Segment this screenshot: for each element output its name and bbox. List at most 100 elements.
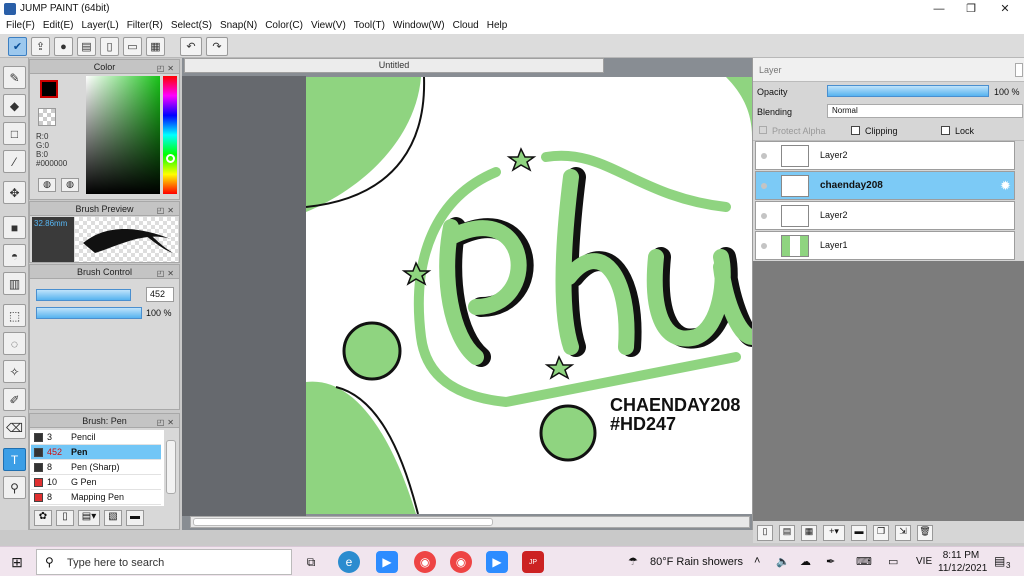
keyboard-icon[interactable]: ⌨ [856, 555, 872, 568]
palette-icon[interactable]: ◍ [38, 178, 56, 192]
menu-tool[interactable]: Tool(T) [354, 20, 385, 31]
new-layer-icon[interactable]: ▯ [757, 525, 773, 541]
panel-controls-icon[interactable]: ◰✕ [157, 416, 177, 430]
taskbar-search-box[interactable]: ⚲ Type here to search [36, 549, 292, 575]
brush-list-scrollbar[interactable] [166, 440, 176, 494]
brush-size-slider[interactable] [36, 289, 131, 301]
menu-snap[interactable]: Snap(N) [220, 20, 257, 31]
grid-settings-icon[interactable]: ▦ [146, 37, 165, 56]
new-raster-layer-icon[interactable]: ▤ [779, 525, 795, 541]
cloud-icon[interactable]: ☁ [800, 555, 811, 568]
menu-window[interactable]: Window(W) [393, 20, 445, 31]
rect-select-tool-icon[interactable]: ⬚ [3, 304, 26, 327]
hue-slider[interactable] [163, 76, 177, 194]
comment-icon[interactable]: ● [54, 37, 73, 56]
horizontal-scroll-thumb[interactable] [193, 518, 493, 526]
layer-row[interactable]: Layer2 [755, 201, 1015, 230]
drawing-canvas[interactable]: CHAENDAY208 #HD247 [306, 77, 752, 514]
menu-file[interactable]: File(F) [6, 20, 35, 31]
lasso-tool-icon[interactable]: ◌ [3, 332, 26, 355]
layer-row[interactable]: chaenday208 ✹ [755, 171, 1015, 200]
brush-opacity-slider[interactable] [36, 307, 142, 319]
panel-controls-icon[interactable]: ◰✕ [157, 204, 177, 218]
move-tool-icon[interactable]: ✥ [3, 181, 26, 204]
close-button[interactable]: ✕ [988, 0, 1022, 17]
maximize-button[interactable]: ❐ [954, 0, 988, 17]
task-view-icon[interactable]: ⧉ [300, 551, 322, 573]
jump-paint-taskbar-icon[interactable]: JP [522, 551, 544, 573]
merge-layer-icon[interactable]: ⇲ [895, 525, 911, 541]
zoom-app-icon[interactable]: ▶ [376, 551, 398, 573]
fill-rect-tool-icon[interactable]: ■ [3, 216, 26, 239]
text-tool-icon[interactable]: T [3, 448, 26, 471]
visibility-icon[interactable] [761, 153, 767, 159]
menu-cloud[interactable]: Cloud [453, 20, 479, 31]
menu-edit[interactable]: Edit(E) [43, 20, 74, 31]
document-icon[interactable]: ▯ [100, 37, 119, 56]
horizontal-scrollbar[interactable] [190, 516, 750, 528]
lock-checkbox[interactable] [941, 126, 950, 135]
rectangle-tool-icon[interactable]: □ [3, 122, 26, 145]
gradient-tool-icon[interactable]: ▥ [3, 272, 26, 295]
new-brush-icon[interactable]: ▯ [56, 510, 74, 526]
menu-view[interactable]: View(V) [311, 20, 346, 31]
redo-button[interactable]: ↷ [206, 37, 228, 56]
visibility-icon[interactable] [761, 243, 767, 249]
menu-help[interactable]: Help [487, 20, 508, 31]
panel-controls-icon[interactable]: ◰✕ [157, 267, 177, 281]
document-tab[interactable]: Untitled [184, 58, 604, 73]
eraser-tool-icon[interactable]: ◆ [3, 94, 26, 117]
language-indicator[interactable]: VIE [916, 556, 932, 567]
zoom-tool-icon[interactable]: ⚲ [3, 476, 26, 499]
new-halftone-layer-icon[interactable]: ▦ [801, 525, 817, 541]
layer-opacity-slider[interactable] [827, 85, 989, 97]
cloud-sync-icon[interactable]: ✔ [8, 37, 27, 56]
pen-icon[interactable]: ✒ [826, 555, 835, 568]
transparent-color-swatch[interactable] [38, 108, 56, 126]
magic-wand-tool-icon[interactable]: ✧ [3, 360, 26, 383]
brush-list-item[interactable]: 8 Pen (Sharp) [31, 460, 161, 475]
brush-folder-icon[interactable]: ▬ [126, 510, 144, 526]
chevron-up-icon[interactable]: ˄ [754, 555, 760, 567]
brush-tool-icon[interactable]: ✎ [3, 66, 26, 89]
brush-list-item[interactable]: 3 Pencil [31, 430, 161, 445]
menu-select[interactable]: Select(S) [171, 20, 212, 31]
notification-icon[interactable]: ▤ [994, 554, 1005, 568]
menu-filter[interactable]: Filter(R) [127, 20, 163, 31]
folder-icon[interactable]: ▬ [851, 525, 867, 541]
duplicate-layer-icon[interactable]: ❐ [873, 525, 889, 541]
palette-add-icon[interactable]: ◍ [61, 178, 79, 192]
layer-panel-scroll-icon[interactable] [1015, 63, 1023, 77]
menu-layer[interactable]: Layer(L) [81, 20, 118, 31]
brush-size-value[interactable]: 452 [146, 287, 174, 302]
brush-list-item[interactable]: 8 Mapping Pen [31, 490, 161, 505]
edge-icon[interactable]: e [338, 551, 360, 573]
minimize-button[interactable]: — [922, 0, 956, 17]
hue-handle[interactable] [166, 154, 175, 163]
delete-layer-icon[interactable]: 🗑 [917, 525, 933, 541]
share-icon[interactable]: ⇪ [31, 37, 50, 56]
layer-row[interactable]: Layer2 [755, 141, 1015, 170]
protect-alpha-checkbox[interactable] [759, 126, 767, 134]
foreground-color-swatch[interactable] [40, 80, 58, 98]
layer-row[interactable]: Layer1 [755, 231, 1015, 260]
brush-menu-icon[interactable]: ▤▾ [78, 510, 100, 526]
saturation-value-picker[interactable] [86, 76, 160, 194]
layer-settings-icon[interactable]: ✹ [1000, 178, 1011, 194]
visibility-icon[interactable] [761, 213, 767, 219]
add-layer-menu-icon[interactable]: +▾ [823, 525, 845, 541]
brush-settings-icon[interactable]: ✿ [34, 510, 52, 526]
undo-button[interactable]: ↶ [180, 37, 202, 56]
clock[interactable]: 8:11 PM 11/12/2021 [938, 549, 987, 575]
windows-start-icon[interactable]: ⊞ [6, 551, 28, 573]
panel-controls-icon[interactable]: ◰✕ [157, 62, 177, 76]
clipping-checkbox[interactable] [851, 126, 860, 135]
brush-copy-icon[interactable]: ▧ [104, 510, 122, 526]
comment-list-icon[interactable]: ▤ [77, 37, 96, 56]
select-pen-tool-icon[interactable]: ✐ [3, 388, 26, 411]
zoom-meeting-icon[interactable]: ▶ [486, 551, 508, 573]
page-icon[interactable]: ▭ [123, 37, 142, 56]
chrome-icon[interactable]: ◉ [414, 551, 436, 573]
brush-list-item[interactable]: 452 Pen [31, 445, 161, 460]
network-icon[interactable]: ▭ [888, 555, 898, 568]
